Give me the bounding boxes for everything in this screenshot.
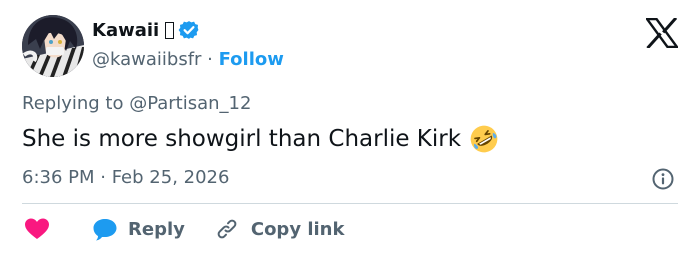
author-display-name[interactable]: Kawaii	[92, 20, 159, 41]
reply-bubble-icon[interactable]	[92, 217, 118, 241]
avatar-image	[22, 15, 84, 77]
action-bar: Reply Copy link	[22, 215, 344, 243]
verified-badge-icon	[178, 21, 199, 39]
handle-separator: ·	[201, 49, 219, 70]
rolling-on-floor-laughing-emoji	[470, 125, 498, 153]
follow-button[interactable]: Follow	[219, 49, 284, 70]
author-name-row[interactable]: Kawaii	[92, 19, 200, 41]
missing-glyph-icon	[165, 21, 175, 39]
reply-button[interactable]: Reply	[128, 219, 185, 240]
tweet-embed-card: Kawaii @kawaiibsfr · Follow Replying to …	[0, 0, 700, 256]
avatar[interactable]	[22, 15, 84, 77]
x-logo-icon[interactable]	[646, 18, 678, 48]
divider	[22, 203, 678, 204]
tweet-timestamp[interactable]: 6:36 PM · Feb 25, 2026	[22, 167, 229, 188]
author-handle-row: @kawaiibsfr · Follow	[92, 49, 284, 70]
replying-to-prefix: Replying to	[22, 93, 130, 114]
like-heart-icon[interactable]	[24, 217, 50, 241]
link-icon[interactable]	[215, 217, 239, 241]
copy-link-button[interactable]: Copy link	[251, 219, 345, 240]
info-icon[interactable]	[651, 167, 675, 191]
tweet-text: She is more showgirl than Charlie Kirk	[22, 126, 462, 152]
author-handle[interactable]: @kawaiibsfr	[92, 49, 201, 70]
tweet-body: She is more showgirl than Charlie Kirk	[22, 124, 499, 154]
replying-to-line: Replying to @Partisan_12	[22, 93, 251, 114]
replying-to-mention[interactable]: @Partisan_12	[129, 93, 251, 114]
